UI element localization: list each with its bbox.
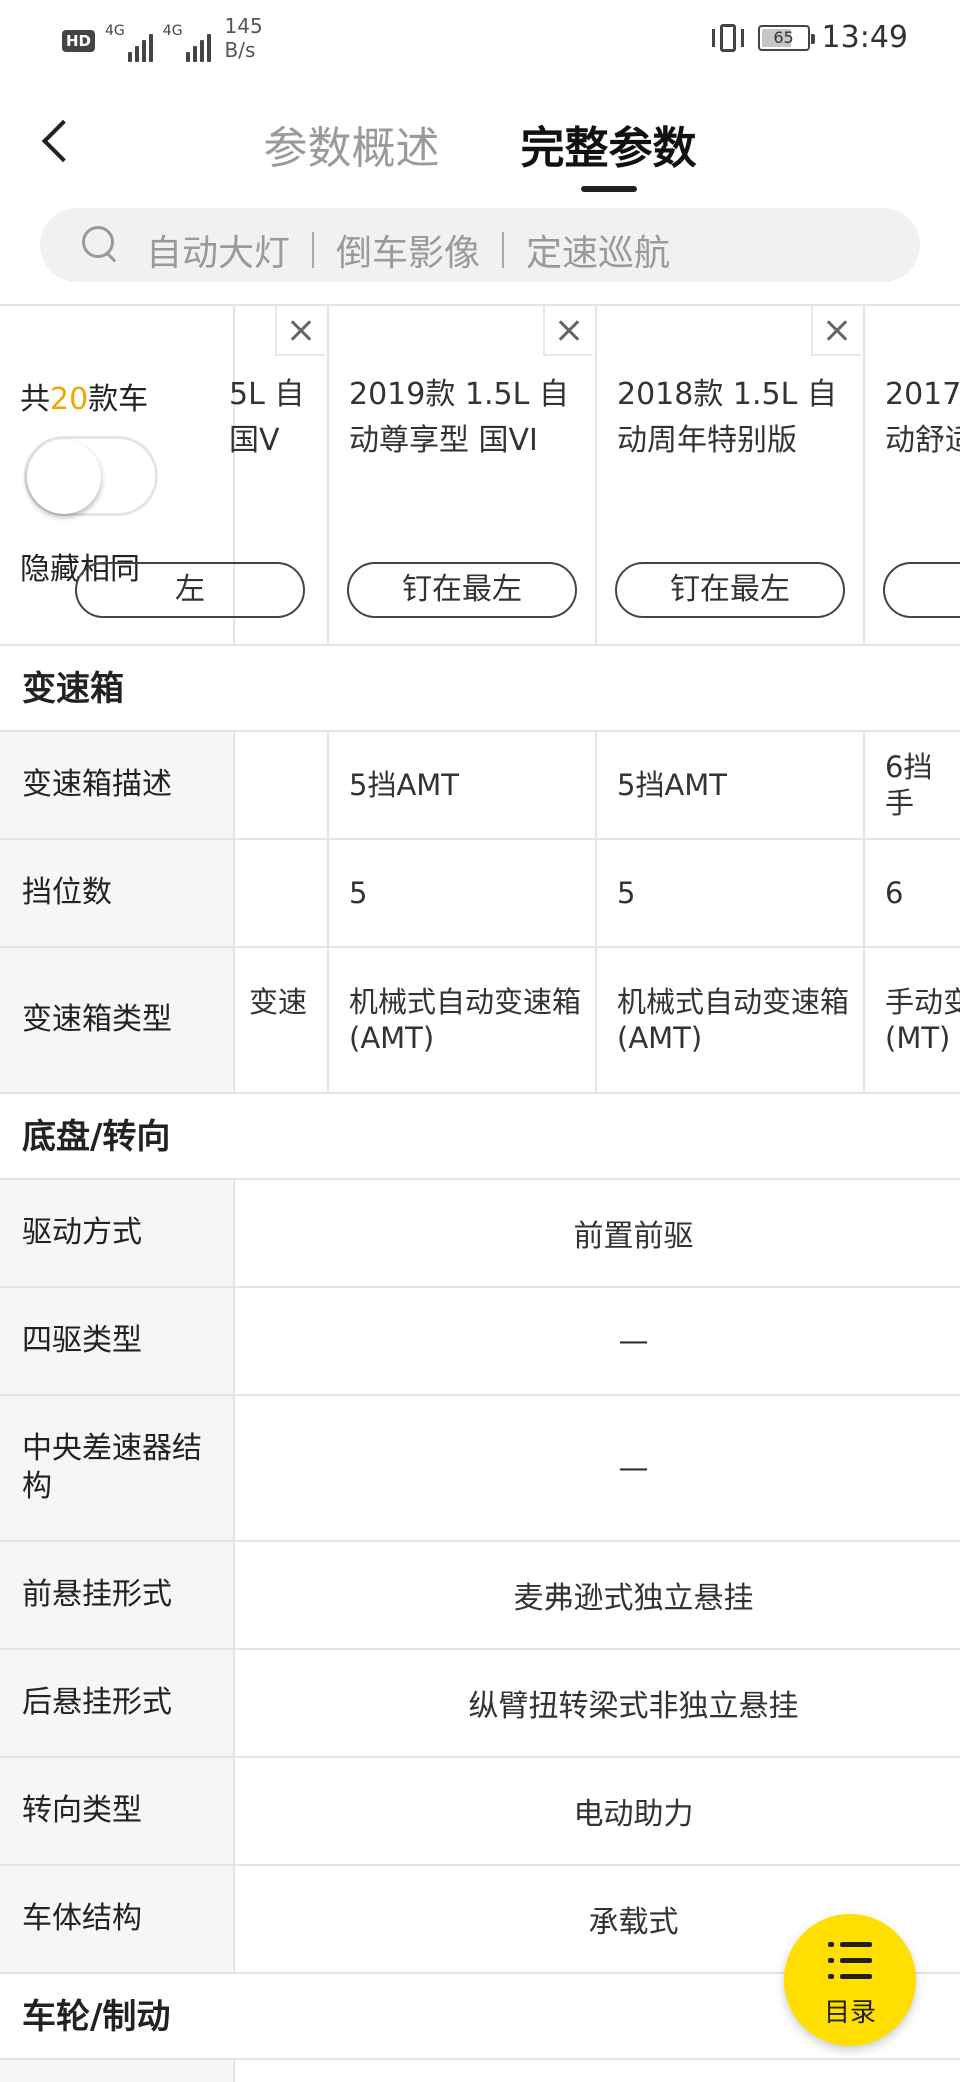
search-bar[interactable]: 自动大灯 倒车影像 定速巡航 xyxy=(40,208,920,282)
catalog-button[interactable]: 目录 xyxy=(784,1914,916,2046)
section-header: 变速箱 xyxy=(0,646,960,732)
car-name: 2019款 1.5L 自动尊享型 国VI xyxy=(349,377,569,458)
table-cell: 纵臂扭转梁式非独立悬挂 xyxy=(468,1689,799,1724)
row-label: 挡位数 xyxy=(0,840,235,946)
table-row: 中央差速器结构 — xyxy=(0,1396,960,1542)
table-cell: 电动助力 xyxy=(573,1797,694,1832)
signal-icon: 4G xyxy=(163,24,211,62)
table-cell xyxy=(235,840,329,946)
car-name: 2018款 1.5L 自动周年特别版 xyxy=(617,377,837,458)
table-row: 前悬挂形式 麦弗逊式独立悬挂 xyxy=(0,1542,960,1650)
list-icon xyxy=(828,1942,872,1980)
table-cell: 6挡手 xyxy=(885,750,933,820)
table-cell: 5 xyxy=(597,840,865,946)
catalog-label: 目录 xyxy=(823,1998,876,2028)
row-label: 中央差速器结构 xyxy=(0,1396,235,1540)
table-cell: 手动变 (MT) xyxy=(885,985,960,1055)
divider xyxy=(312,232,315,268)
section-header: 底盘/转向 xyxy=(0,1094,960,1180)
row-label: 后悬挂形式 xyxy=(0,1650,235,1756)
toggle-knob xyxy=(27,440,101,514)
table-row: 变速箱描述 5挡AMT 5挡AMT 6挡手 xyxy=(0,732,960,840)
table-cell: 机械式自动变速箱(AMT) xyxy=(329,948,597,1092)
table-row: 四驱类型 — xyxy=(0,1288,960,1396)
top-nav: 参数概述 完整参数 xyxy=(0,90,960,192)
car-column: 2019款 1.5L 自动尊享型 国VI 钉在最左 xyxy=(329,306,597,646)
table-row: 后悬挂形式 纵臂扭转梁式非独立悬挂 xyxy=(0,1650,960,1758)
row-label: 前悬挂形式 xyxy=(0,1542,235,1648)
table-cell: 前置前驱 xyxy=(573,1219,694,1254)
row-label: 驱动方式 xyxy=(0,1180,235,1286)
search-hint[interactable]: 自动大灯 xyxy=(146,224,290,276)
car-column: 5L 自 国V 左 xyxy=(75,306,329,646)
status-right: 65 13:49 xyxy=(710,20,908,55)
tab-bar: 参数概述 完整参数 xyxy=(0,112,960,192)
pin-left-button[interactable]: 钉在最左 xyxy=(347,562,577,618)
search-icon xyxy=(82,226,118,262)
table-cell: 6 xyxy=(885,876,904,910)
status-left: HD 4G 4G 145 B/s xyxy=(62,14,263,62)
car-column: 2017款 动舒适 钉 xyxy=(865,306,960,646)
table-row: 驱动方式 前置前驱 xyxy=(0,1180,960,1288)
battery-icon: 65 xyxy=(757,24,815,51)
pin-left-button[interactable]: 钉 xyxy=(883,562,960,618)
table-cell: — xyxy=(618,1450,649,1486)
table-row xyxy=(0,2060,960,2082)
clock: 13:49 xyxy=(821,20,908,55)
table-cell: — xyxy=(618,1323,649,1359)
search-hint[interactable]: 定速巡航 xyxy=(526,224,670,276)
table-cell: 5挡AMT xyxy=(329,732,597,838)
hd-badge: HD xyxy=(62,30,96,52)
table-cell: 机械式自动变速箱(AMT) xyxy=(597,948,865,1092)
table-cell: 5 xyxy=(329,840,597,946)
car-column: 2018款 1.5L 自动周年特别版 钉在最左 xyxy=(597,306,865,646)
car-name: 2017款 动舒适 xyxy=(885,377,960,458)
table-cell: 5挡AMT xyxy=(597,732,865,838)
signal-icon: 4G xyxy=(105,24,153,62)
pin-left-button[interactable]: 左 xyxy=(75,562,305,618)
row-label: 转向类型 xyxy=(0,1758,235,1864)
row-label: 四驱类型 xyxy=(0,1288,235,1394)
table-cell: 麦弗逊式独立悬挂 xyxy=(513,1581,754,1616)
close-icon[interactable] xyxy=(811,306,861,356)
tab-overview[interactable]: 参数概述 xyxy=(263,112,439,176)
search-hints: 自动大灯 倒车影像 定速巡航 xyxy=(146,224,670,276)
row-label: 车体结构 xyxy=(0,1866,235,1972)
network-speed: 145 B/s xyxy=(224,14,263,62)
close-icon[interactable] xyxy=(543,306,593,356)
row-label xyxy=(0,2060,235,2082)
table-cell xyxy=(235,732,329,838)
tab-full-params[interactable]: 完整参数 xyxy=(521,112,697,192)
vibrate-icon xyxy=(710,22,746,54)
hide-same-toggle[interactable] xyxy=(24,436,158,516)
search-hint[interactable]: 倒车影像 xyxy=(336,224,480,276)
pin-left-button[interactable]: 钉在最左 xyxy=(615,562,845,618)
row-label: 变速箱描述 xyxy=(0,732,235,838)
params-table: 共20款车 隐藏相同 5L 自 国V 左 2019款 1.5L 自动尊享型 国V… xyxy=(0,304,960,2082)
table-cell: 变速 xyxy=(235,948,329,1092)
row-label: 变速箱类型 xyxy=(0,948,235,1092)
car-count: 共20款车 xyxy=(20,382,149,417)
close-icon[interactable] xyxy=(275,306,325,356)
table-row: 变速箱类型 变速 机械式自动变速箱(AMT) 机械式自动变速箱(AMT) 手动变… xyxy=(0,948,960,1094)
table-row: 转向类型 电动助力 xyxy=(0,1758,960,1866)
divider xyxy=(502,232,505,268)
table-row: 挡位数 5 5 6 xyxy=(0,840,960,948)
status-bar: HD 4G 4G 145 B/s 65 13:49 xyxy=(0,0,960,82)
